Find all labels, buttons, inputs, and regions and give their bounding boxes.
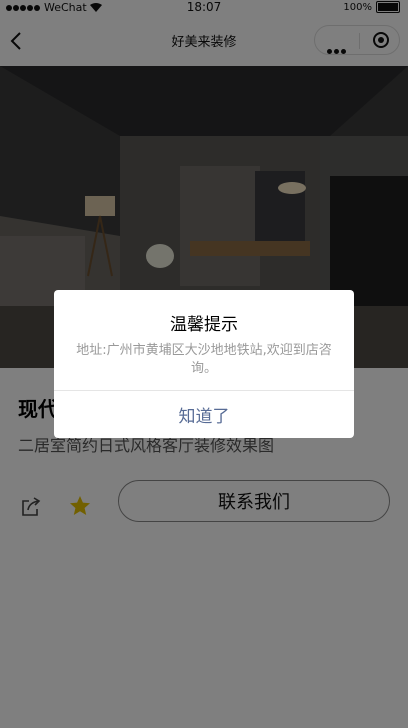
modal-content: 地址:广州市黄埔区大沙地地铁站,欢迎到店咨询。 bbox=[76, 343, 332, 376]
modal-title: 温馨提示 bbox=[170, 315, 238, 335]
alert-modal: 温馨提示 地址:广州市黄埔区大沙地地铁站,欢迎到店咨询。 知道了 bbox=[54, 290, 354, 438]
modal-confirm-button[interactable]: 知道了 bbox=[54, 391, 354, 438]
